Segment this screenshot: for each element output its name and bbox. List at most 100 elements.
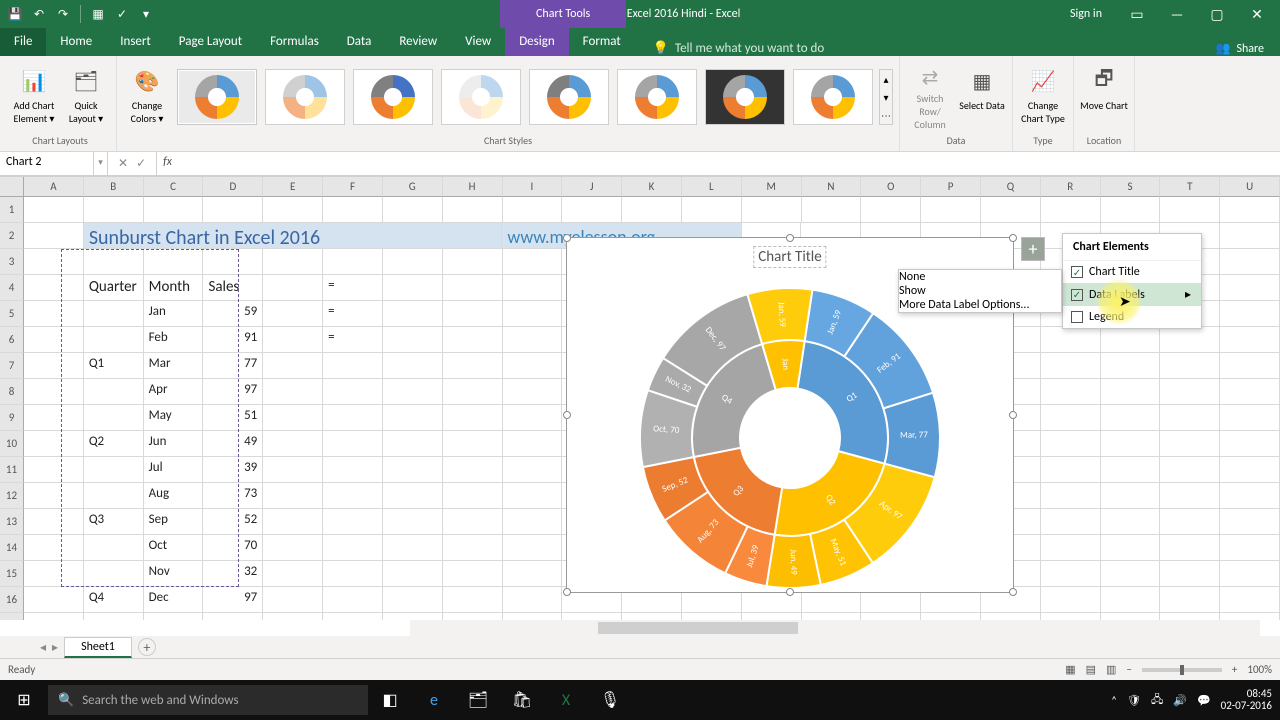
row-header-4[interactable]: 4 xyxy=(0,275,24,301)
datalabels-show[interactable]: Show xyxy=(899,284,1061,298)
add-chart-element-button[interactable]: 📊Add Chart Element ▾ xyxy=(10,63,58,131)
datalabels-none[interactable]: None xyxy=(899,270,1061,284)
chart-style-7[interactable] xyxy=(705,69,785,125)
tab-review[interactable]: Review xyxy=(385,28,451,56)
minimize-icon[interactable]: — xyxy=(1164,6,1190,23)
mic-icon[interactable]: 🎙 xyxy=(588,680,632,720)
select-all-triangle[interactable] xyxy=(0,177,24,197)
col-header-R[interactable]: R xyxy=(1041,177,1101,197)
row-header-11[interactable]: 11 xyxy=(0,457,24,483)
row-header-8[interactable]: 8 xyxy=(0,379,24,405)
horizontal-scrollbar[interactable] xyxy=(410,620,1260,636)
taskbar-search[interactable]: 🔍 Search the web and Windows xyxy=(48,685,368,715)
close-icon[interactable]: ✕ xyxy=(1244,6,1270,23)
tab-view[interactable]: View xyxy=(451,28,505,56)
col-header-N[interactable]: N xyxy=(802,177,862,197)
chart-style-1[interactable] xyxy=(177,69,257,125)
qat-customize-icon[interactable]: ▾ xyxy=(135,3,157,25)
col-header-G[interactable]: G xyxy=(383,177,443,197)
datalabels-more[interactable]: More Data Label Options... xyxy=(899,298,1061,312)
chart-title[interactable]: Chart Title xyxy=(753,246,826,268)
col-header-L[interactable]: L xyxy=(682,177,742,197)
quick-layout-button[interactable]: 🗂Quick Layout ▾ xyxy=(62,63,110,131)
name-box[interactable]: Chart 2 xyxy=(0,152,94,175)
sunburst-chart[interactable]: Q1Jan, 59Feb, 91Mar, 77Q2Apr, 97May, 51J… xyxy=(630,278,950,598)
formula-input[interactable] xyxy=(178,152,1280,175)
tab-design[interactable]: Design xyxy=(505,28,568,56)
change-colors-button[interactable]: 🎨Change Colors ▾ xyxy=(123,63,171,131)
row-header-14[interactable]: 14 xyxy=(0,535,24,561)
col-header-D[interactable]: D xyxy=(203,177,263,197)
chart-style-3[interactable] xyxy=(353,69,433,125)
qat-spellcheck-icon[interactable]: ✓ xyxy=(111,3,133,25)
chart-elements-item-legend[interactable]: Legend xyxy=(1063,306,1201,328)
tray-security-icon[interactable]: 🛡 xyxy=(1127,694,1141,707)
worksheet-grid[interactable]: ABCDEFGHIJKLMNOPQRSTU 123456789101112131… xyxy=(0,176,1280,620)
signin-link[interactable]: Sign in xyxy=(1070,7,1102,21)
chart-style-2[interactable] xyxy=(265,69,345,125)
enter-formula-icon[interactable]: ✓ xyxy=(136,156,146,171)
chart-elements-item-charttitle[interactable]: ✓Chart Title xyxy=(1063,261,1201,283)
start-button[interactable]: ⊞ xyxy=(0,690,48,710)
sheet-nav-last-icon[interactable]: ▸ xyxy=(52,640,58,655)
excel-taskbar-icon[interactable]: X xyxy=(544,680,588,720)
col-header-I[interactable]: I xyxy=(503,177,563,197)
row-header-2[interactable]: 2 xyxy=(0,223,24,249)
row-header-10[interactable]: 10 xyxy=(0,431,24,457)
tray-notifications-icon[interactable]: 💬 xyxy=(1197,694,1211,707)
tab-formulas[interactable]: Formulas xyxy=(256,28,333,56)
tray-network-icon[interactable]: 🖧 xyxy=(1151,691,1163,710)
col-header-J[interactable]: J xyxy=(562,177,622,197)
col-header-E[interactable]: E xyxy=(263,177,323,197)
row-header-16[interactable]: 16 xyxy=(0,587,24,613)
tab-pagelayout[interactable]: Page Layout xyxy=(165,28,256,56)
col-header-K[interactable]: K xyxy=(622,177,682,197)
row-header-12[interactable]: 12 xyxy=(0,483,24,509)
row-header-5[interactable]: 5 xyxy=(0,301,24,327)
share-button[interactable]: 👥 Share xyxy=(1215,41,1280,56)
row-header-17[interactable]: 17 xyxy=(0,613,24,620)
change-chart-type-button[interactable]: 📈Change Chart Type xyxy=(1019,63,1067,131)
chart-styles-more[interactable]: ▴▾⋯ xyxy=(879,69,893,125)
sheet-nav-first-icon[interactable]: ◂ xyxy=(40,640,46,655)
col-header-T[interactable]: T xyxy=(1160,177,1220,197)
row-header-13[interactable]: 13 xyxy=(0,509,24,535)
col-header-F[interactable]: F xyxy=(323,177,383,197)
move-chart-button[interactable]: 🗗Move Chart xyxy=(1080,63,1128,131)
file-explorer-icon[interactable]: 🗂 xyxy=(456,680,500,720)
maximize-icon[interactable]: ▢ xyxy=(1204,6,1230,23)
row-header-9[interactable]: 9 xyxy=(0,405,24,431)
cancel-formula-icon[interactable]: ✕ xyxy=(118,156,128,171)
zoom-out-icon[interactable]: − xyxy=(1126,663,1131,676)
col-header-P[interactable]: P xyxy=(921,177,981,197)
tray-chevron-icon[interactable]: ˄ xyxy=(1111,694,1117,707)
view-pagelayout-icon[interactable]: ▤ xyxy=(1086,663,1096,676)
col-header-M[interactable]: M xyxy=(742,177,802,197)
col-header-U[interactable]: U xyxy=(1220,177,1280,197)
chart-style-8[interactable] xyxy=(793,69,873,125)
store-icon[interactable]: 🛍 xyxy=(500,680,544,720)
add-sheet-button[interactable]: + xyxy=(138,638,156,656)
zoom-level[interactable]: 100% xyxy=(1247,663,1272,676)
row-header-3[interactable]: 3 xyxy=(0,249,24,275)
sheet-tab-sheet1[interactable]: Sheet1 xyxy=(64,637,132,658)
col-header-O[interactable]: O xyxy=(861,177,921,197)
row-header-1[interactable]: 1 xyxy=(0,197,24,223)
view-normal-icon[interactable]: ▦ xyxy=(1065,663,1075,676)
col-header-C[interactable]: C xyxy=(144,177,204,197)
undo-icon[interactable]: ↶ xyxy=(28,3,50,25)
qat-touch-icon[interactable]: ▦ xyxy=(87,3,109,25)
tellme-search[interactable]: 💡 Tell me what you want to do xyxy=(653,41,825,56)
chart-style-5[interactable] xyxy=(529,69,609,125)
col-header-A[interactable]: A xyxy=(24,177,84,197)
tab-insert[interactable]: Insert xyxy=(106,28,165,56)
zoom-slider[interactable] xyxy=(1142,668,1222,672)
namebox-dropdown-icon[interactable]: ▾ xyxy=(94,152,108,175)
chart-elements-item-datalabels[interactable]: ✓Data Labels▸ xyxy=(1063,283,1201,306)
chart-style-4[interactable] xyxy=(441,69,521,125)
col-header-Q[interactable]: Q xyxy=(981,177,1041,197)
col-header-S[interactable]: S xyxy=(1101,177,1161,197)
ribbon-display-icon[interactable]: ▭ xyxy=(1124,6,1150,23)
row-header-7[interactable]: 7 xyxy=(0,353,24,379)
select-data-button[interactable]: ▦Select Data xyxy=(958,63,1006,131)
